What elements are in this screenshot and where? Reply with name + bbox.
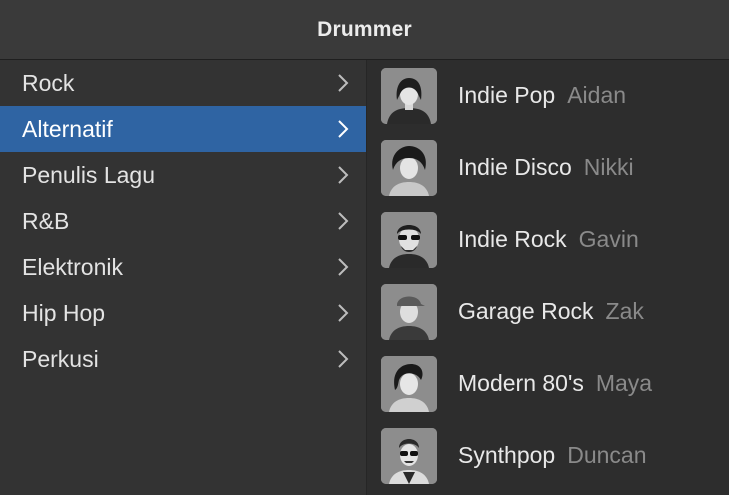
drummer-style: Indie Rock xyxy=(458,226,567,252)
chevron-right-icon xyxy=(338,120,349,138)
drummer-nikki-icon xyxy=(381,140,437,196)
drummer-item-aidan[interactable]: Indie Pop Aidan xyxy=(367,60,729,132)
genre-label: Penulis Lagu xyxy=(22,161,155,188)
chevron-right-icon xyxy=(338,350,349,368)
drummer-style: Indie Disco xyxy=(458,154,572,180)
drummer-item-zak[interactable]: Garage Rock Zak xyxy=(367,276,729,348)
drummer-duncan-icon xyxy=(381,428,437,484)
drummer-name: Nikki xyxy=(583,154,634,180)
drummer-name: Gavin xyxy=(578,226,639,252)
drummer-item-duncan[interactable]: Synthpop Duncan xyxy=(367,420,729,492)
drummer-gavin-icon xyxy=(381,212,437,268)
window-title: Drummer xyxy=(317,17,412,41)
chevron-right-icon xyxy=(338,74,349,92)
genre-item-alternatif[interactable]: Alternatif xyxy=(0,106,366,152)
drummer-name: Maya xyxy=(595,370,653,396)
genre-label: Hip Hop xyxy=(22,299,106,326)
genre-item-hip-hop[interactable]: Hip Hop xyxy=(0,290,366,336)
chevron-right-icon xyxy=(338,166,349,184)
drummer-name: Duncan xyxy=(567,442,647,468)
genre-list: Rock Alternatif Penulis Lagu R&B Elektro… xyxy=(0,60,367,495)
genre-item-rnb[interactable]: R&B xyxy=(0,198,366,244)
drummer-item-nikki[interactable]: Indie Disco Nikki xyxy=(367,132,729,204)
drummer-aidan-icon xyxy=(381,68,437,124)
drummer-style: Garage Rock xyxy=(458,298,594,324)
genre-label: R&B xyxy=(22,207,70,234)
drummer-zak-icon xyxy=(381,284,437,340)
genre-label: Rock xyxy=(22,69,75,96)
chevron-right-icon xyxy=(338,304,349,322)
genre-label: Perkusi xyxy=(22,345,99,372)
drummer-window: Drummer Rock Alternatif Penulis Lagu R&B… xyxy=(0,0,729,495)
genre-item-perkusi[interactable]: Perkusi xyxy=(0,336,366,382)
title-bar: Drummer xyxy=(0,0,729,60)
drummer-item-maya[interactable]: Modern 80's Maya xyxy=(367,348,729,420)
drummer-style: Indie Pop xyxy=(458,82,556,108)
drummer-maya-icon xyxy=(381,356,437,412)
drummer-style: Synthpop xyxy=(458,442,556,468)
drummer-name: Aidan xyxy=(567,82,627,108)
drummer-list: Indie Pop Aidan Indie Disco Nikki Indie … xyxy=(367,60,729,495)
genre-item-rock[interactable]: Rock xyxy=(0,60,366,106)
chevron-right-icon xyxy=(338,258,349,276)
chevron-right-icon xyxy=(338,212,349,230)
drummer-name: Zak xyxy=(605,298,644,324)
genre-item-elektronik[interactable]: Elektronik xyxy=(0,244,366,290)
genre-item-penulis-lagu[interactable]: Penulis Lagu xyxy=(0,152,366,198)
genre-label: Elektronik xyxy=(22,253,123,280)
drummer-item-gavin[interactable]: Indie Rock Gavin xyxy=(367,204,729,276)
genre-label: Alternatif xyxy=(22,115,113,142)
drummer-style: Modern 80's xyxy=(458,370,584,396)
